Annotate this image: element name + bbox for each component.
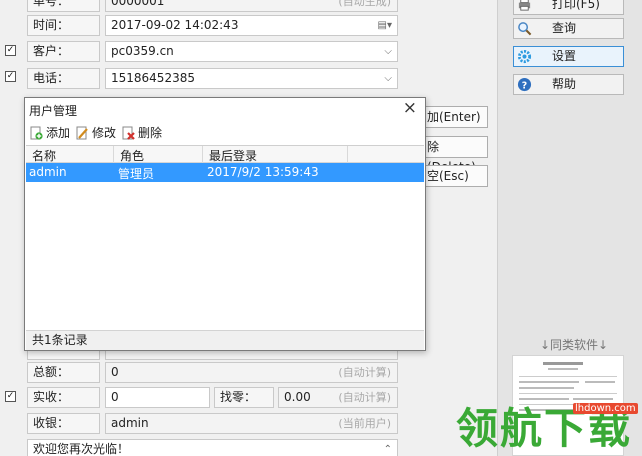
- user-management-dialog: 用户管理 × 添加 修改 删除 名称 角色 最后登录 admin 管理员 201…: [24, 97, 426, 351]
- cashier-hint: (当前用户): [338, 417, 391, 430]
- total-value: 0: [111, 365, 119, 379]
- order-no-field: 0000001 (自动生成): [105, 0, 398, 12]
- change-field: 0.00 (自动计算): [278, 387, 398, 408]
- dialog-title: 用户管理: [29, 104, 78, 118]
- delete-user-button[interactable]: 删除: [121, 124, 162, 142]
- order-no-value: 0000001: [111, 0, 165, 8]
- paid-value: 0: [111, 390, 119, 404]
- paid-input[interactable]: 0: [105, 387, 210, 408]
- column-divider[interactable]: [113, 146, 114, 163]
- column-divider[interactable]: [347, 146, 348, 163]
- cashier-field: admin (当前用户): [105, 413, 398, 434]
- table-row[interactable]: admin 管理员 2017/9/2 13:59:43: [26, 163, 424, 182]
- gear-icon: [517, 49, 532, 64]
- close-icon[interactable]: ×: [403, 98, 417, 118]
- watermark-url: lhdown.com: [573, 403, 638, 414]
- printer-icon: [518, 0, 531, 11]
- total-hint: (自动计算): [338, 366, 391, 379]
- chevron-down-icon[interactable]: ⌵: [384, 69, 392, 88]
- search-icon: [518, 22, 532, 36]
- chevron-down-icon[interactable]: ⌵: [384, 42, 392, 61]
- help-icon: ?: [517, 77, 532, 91]
- cashier-label-text: 收银：: [33, 416, 70, 430]
- phone-label: 电话：: [27, 68, 100, 89]
- order-no-label-text: 单号：: [33, 0, 70, 8]
- edit-user-label: 修改: [92, 126, 117, 140]
- record-count-status: 共1条记录: [26, 330, 424, 350]
- right-panel: 打印(F5) 查询 设置 ? 帮助 ↓同类软件↓: [497, 0, 642, 456]
- print-button-label: 打印(F5): [552, 0, 600, 11]
- time-label: 时间：: [27, 15, 100, 36]
- help-button-label: 帮助: [552, 77, 577, 91]
- help-button[interactable]: ? 帮助: [513, 74, 624, 95]
- order-no-hint: (自动生成): [338, 0, 391, 8]
- change-hint: (自动计算): [338, 391, 391, 404]
- row-name: admin: [29, 165, 67, 179]
- phone-checkbox[interactable]: ✓: [5, 71, 16, 82]
- svg-text:?: ?: [522, 80, 527, 91]
- total-label: 总额：: [27, 362, 100, 383]
- clear-button-label: 空(Esc): [427, 169, 469, 183]
- total-label-text: 总额：: [33, 365, 70, 379]
- print-button[interactable]: 打印(F5): [513, 0, 624, 15]
- add-user-label: 添加: [46, 126, 71, 140]
- change-value: 0.00: [284, 390, 311, 404]
- query-button[interactable]: 查询: [513, 18, 624, 39]
- order-no-label: 单号：: [27, 0, 100, 12]
- table-header: 名称 角色 最后登录: [26, 146, 424, 163]
- paid-label-text: 实收：: [33, 390, 70, 404]
- customer-value: pc0359.cn: [111, 44, 174, 58]
- edit-icon: [76, 126, 88, 140]
- total-field: 0 (自动计算): [105, 362, 398, 383]
- add-user-button[interactable]: 添加: [29, 124, 70, 142]
- query-button-label: 查询: [552, 21, 577, 35]
- row-last-login: 2017/9/2 13:59:43: [207, 165, 319, 179]
- welcome-textarea[interactable]: 欢迎您再次光临！ ⌃: [27, 439, 398, 456]
- time-label-text: 时间：: [33, 18, 70, 32]
- calendar-dropdown-icon[interactable]: ▤▾: [378, 16, 392, 35]
- similar-software-title: ↓同类软件↓: [540, 338, 609, 352]
- welcome-text: 欢迎您再次光临！: [33, 442, 130, 456]
- cashier-label: 收银：: [27, 413, 100, 434]
- delete-icon: [122, 126, 135, 140]
- settings-button-label: 设置: [552, 49, 577, 63]
- customer-select[interactable]: pc0359.cn ⌵: [105, 41, 398, 62]
- customer-checkbox[interactable]: ✓: [5, 45, 16, 56]
- paid-checkbox[interactable]: ✓: [5, 391, 16, 402]
- phone-value: 15186452385: [111, 71, 195, 85]
- paid-label: 实收：: [27, 387, 100, 408]
- change-label-text: 找零：: [220, 390, 257, 404]
- add-item-button-label: 加(Enter): [427, 110, 481, 124]
- phone-label-text: 电话：: [33, 71, 70, 85]
- column-divider[interactable]: [202, 146, 203, 163]
- delete-user-label: 删除: [138, 126, 163, 140]
- column-header-last-login[interactable]: 最后登录: [209, 147, 257, 164]
- change-label: 找零：: [214, 387, 274, 408]
- time-picker[interactable]: 2017-09-02 14:02:43 ▤▾: [105, 15, 398, 36]
- phone-select[interactable]: 15186452385 ⌵: [105, 68, 398, 89]
- column-header-name[interactable]: 名称: [32, 147, 56, 164]
- row-role: 管理员: [118, 167, 155, 181]
- scroll-up-icon[interactable]: ⌃: [384, 440, 392, 456]
- customer-label-text: 客户：: [33, 44, 70, 58]
- user-table: 名称 角色 最后登录 admin 管理员 2017/9/2 13:59:43: [26, 145, 424, 329]
- cashier-value: admin: [111, 416, 149, 430]
- edit-user-button[interactable]: 修改: [75, 124, 116, 142]
- time-value: 2017-09-02 14:02:43: [111, 18, 239, 32]
- customer-label: 客户：: [27, 41, 100, 62]
- settings-button[interactable]: 设置: [513, 46, 624, 67]
- column-header-role[interactable]: 角色: [120, 147, 144, 164]
- add-icon: [30, 126, 43, 140]
